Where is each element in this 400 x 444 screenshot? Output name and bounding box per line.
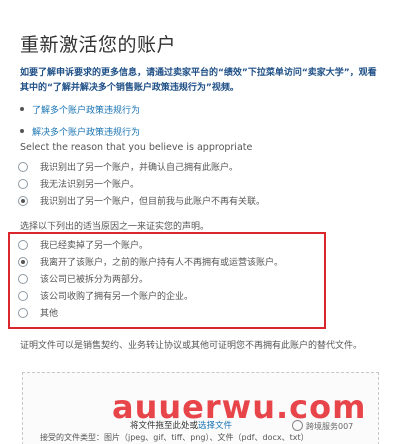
watermark-logo-icon: [292, 420, 303, 431]
radio-button[interactable]: [18, 273, 28, 284]
watermark-small-text: 跨境服务007: [306, 422, 354, 431]
statement-option-label: 我离开了该账户，之前的账户持有人不再拥有或运营该账户。: [40, 258, 284, 268]
statement-option[interactable]: 我已经卖掉了另一个账户。: [18, 236, 378, 253]
statement-option-label: 该公司已被拆分为两部分。: [40, 275, 149, 285]
statement-option[interactable]: 我离开了该账户，之前的账户持有人不再拥有或运营该账户。: [18, 253, 378, 270]
radio-button-selected[interactable]: [18, 195, 28, 206]
reason-option-label: 我识别出了另一个账户，并确认自己拥有此账户。: [40, 163, 239, 173]
radio-button[interactable]: [18, 307, 28, 318]
statement-option[interactable]: 其他: [18, 304, 378, 321]
proof-document-text: 证明文件可以是销售契约、业务转让协议或其他可证明您不再拥有此账户的替代文件。: [20, 341, 363, 351]
reason-option[interactable]: 我识别出了另一个账户，并确认自己拥有此账户。: [18, 158, 378, 175]
reason-option[interactable]: 我无法识别另一个账户。: [18, 175, 378, 192]
reactivate-account-page: 重新激活您的账户 如要了解申诉要求的更多信息，请通过卖家平台的“绩效”下拉菜单访…: [0, 0, 400, 444]
statement-option-label: 该公司收购了拥有另一个账户的企业。: [40, 292, 194, 302]
reason-option-label: 我识别出了另一个账户，但目前我与此账户不再有关联。: [40, 197, 266, 207]
help-links: 了解多个账户政策违规行为 解决多个账户政策违规行为: [20, 98, 380, 142]
radio-button[interactable]: [18, 239, 28, 250]
intro-text: 如要了解申诉要求的更多信息，请通过卖家平台的“绩效”下拉菜单访问“卖家大学”，观…: [20, 68, 377, 93]
reason-radio-group: 我识别出了另一个账户，并确认自己拥有此账户。 我无法识别另一个账户。 我识别出了…: [18, 158, 378, 209]
accepted-file-types: 接受的文件类型：图片（jpeg、gif、tiff、png）、文件（pdf、doc…: [40, 433, 309, 442]
statement-radio-group: 我已经卖掉了另一个账户。 我离开了该账户，之前的账户持有人不再拥有或运营该账户。…: [18, 236, 378, 321]
drop-zone-prefix: 将文件拖至此处或: [130, 421, 199, 431]
statement-option-label: 我已经卖掉了另一个账户。: [40, 241, 149, 251]
statement-option[interactable]: 该公司收购了拥有另一个账户的企业。: [18, 287, 378, 304]
radio-button-selected[interactable]: [18, 256, 28, 267]
radio-button[interactable]: [18, 290, 28, 301]
reason-option-label: 我无法识别另一个账户。: [40, 180, 140, 190]
reason-option[interactable]: 我识别出了另一个账户，但目前我与此账户不再有关联。: [18, 192, 378, 209]
bullet-icon: [20, 107, 24, 111]
statement-option[interactable]: 该公司已被拆分为两部分。: [18, 270, 378, 287]
statement-option-label: 其他: [40, 309, 59, 319]
radio-button[interactable]: [18, 161, 28, 172]
radio-button[interactable]: [18, 178, 28, 189]
help-link-row: 解决多个账户政策违规行为: [20, 120, 380, 142]
link-understand-violations[interactable]: 了解多个账户政策违规行为: [32, 103, 140, 116]
bullet-icon: [20, 129, 24, 133]
choose-file-link[interactable]: 选择文件: [198, 421, 232, 431]
link-resolve-violations[interactable]: 解决多个账户政策违规行为: [32, 125, 140, 138]
drop-zone-label: 将文件拖至此处或选择文件: [130, 419, 232, 431]
help-link-row: 了解多个账户政策违规行为: [20, 98, 380, 120]
page-title: 重新激活您的账户: [20, 34, 177, 56]
statement-section-label: 选择以下列出的适当原因之一来证实您的声明。: [20, 222, 210, 232]
reason-section-label: Select the reason that you believe is ap…: [20, 142, 253, 153]
